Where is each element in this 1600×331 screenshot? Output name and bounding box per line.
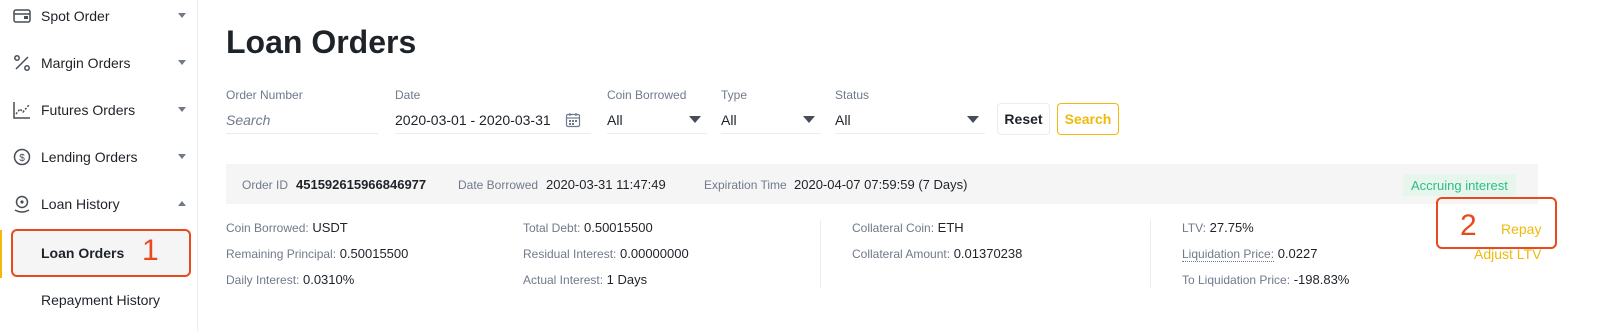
detail-residual-interest: Residual Interest: 0.00000000 (523, 246, 689, 261)
detail-label: To Liquidation Price: (1182, 273, 1291, 287)
annotation-number: 2 (1460, 209, 1477, 242)
search-button[interactable]: Search (1057, 103, 1119, 135)
detail-value: 0.00000000 (620, 246, 689, 261)
detail-value: ETH (937, 220, 964, 235)
date-range-input[interactable]: 2020-03-01 - 2020-03-31 (395, 106, 591, 134)
annotation-number: 1 (142, 234, 159, 267)
detail-value: -198.83% (1293, 272, 1350, 287)
status-select[interactable]: All (835, 106, 985, 134)
sidebar-item-label: Loan History (41, 196, 120, 212)
sidebar-item-margin-orders[interactable]: Margin Orders (0, 47, 196, 79)
detail-label-tooltip[interactable]: Liquidation Price: (1182, 247, 1275, 262)
status-badge: Accruing interest (1403, 174, 1516, 196)
sidebar-item-label: Spot Order (41, 8, 110, 24)
active-indicator (0, 230, 2, 278)
order-number-label: Order Number (226, 88, 303, 102)
detail-label: Remaining Principal: (226, 247, 337, 261)
chevron-up-icon (178, 200, 186, 208)
chevron-down-icon (178, 106, 186, 114)
expiration-label: Expiration Time (704, 178, 787, 192)
order-id-value: 451592615966846977 (296, 177, 427, 192)
detail-label: Actual Interest: (523, 273, 604, 287)
coin-borrowed-value: All (607, 111, 623, 128)
svg-text:$: $ (19, 153, 25, 164)
date-borrowed-label: Date Borrowed (458, 178, 539, 192)
detail-total-debt: Total Debt: 0.50015500 (523, 220, 653, 235)
status-label: Status (835, 88, 870, 102)
repay-link[interactable]: Repay (1501, 221, 1541, 237)
sidebar-item-label: Margin Orders (41, 55, 131, 71)
order-number-placeholder: Search (226, 111, 271, 128)
order-id-label: Order ID (242, 178, 289, 192)
dropdown-caret-icon (689, 116, 701, 123)
expiration-value: 2020-04-07 07:59:59 (7 Days) (794, 177, 968, 192)
coin-borrowed-label: Coin Borrowed (607, 88, 687, 102)
page-title: Loan Orders (226, 24, 417, 60)
detail-remaining-principal: Remaining Principal: 0.50015500 (226, 246, 408, 261)
type-value: All (721, 111, 737, 128)
detail-label: Residual Interest: (523, 247, 617, 261)
reset-button[interactable]: Reset (997, 103, 1050, 135)
detail-value: 0.50015500 (584, 220, 653, 235)
coin-borrowed-select[interactable]: All (607, 106, 707, 134)
detail-coin-borrowed: Coin Borrowed: USDT (226, 220, 348, 235)
date-range-value: 2020-03-01 - 2020-03-31 (395, 111, 551, 128)
sidebar-item-label: Futures Orders (41, 102, 136, 118)
detail-label: Collateral Coin: (852, 221, 935, 235)
sidebar-item-loan-history[interactable]: Loan History (0, 188, 196, 220)
chevron-down-icon (178, 59, 186, 67)
sidebar-item-futures-orders[interactable]: Futures Orders (0, 94, 196, 126)
sidebar: Spot Order Margin Orders Futures Orders … (0, 0, 198, 331)
sidebar-item-lending-orders[interactable]: $ Lending Orders (0, 141, 196, 173)
detail-value: 0.0227 (1277, 246, 1318, 261)
sidebar-subitem-label: Repayment History (41, 292, 161, 308)
detail-collateral-amount: Collateral Amount: 0.01370238 (852, 246, 1022, 261)
type-select[interactable]: All (721, 106, 821, 134)
detail-value: USDT (312, 220, 348, 235)
chevron-down-icon (178, 12, 186, 20)
column-divider (820, 220, 821, 288)
detail-ltv: LTV: 27.75% (1182, 220, 1254, 235)
status-value: All (835, 111, 851, 128)
detail-value: 0.0310% (302, 272, 355, 287)
detail-value: 1 Days (606, 272, 648, 287)
detail-daily-interest: Daily Interest: 0.0310% (226, 272, 354, 287)
sidebar-item-spot-order[interactable]: Spot Order (0, 0, 196, 32)
detail-label: Daily Interest: (226, 273, 300, 287)
detail-value: 27.75% (1209, 220, 1254, 235)
dropdown-caret-icon (803, 116, 815, 123)
order-number-input[interactable]: Search (226, 106, 378, 134)
detail-liquidation-price: Liquidation Price: 0.0227 (1182, 246, 1318, 262)
percent-icon (11, 52, 33, 74)
detail-label: Collateral Amount: (852, 247, 951, 261)
type-label: Type (721, 88, 748, 102)
order-header: Order ID 451592615966846977 Date Borrowe… (226, 164, 1538, 204)
chevron-down-icon (178, 153, 186, 161)
detail-value: 0.01370238 (953, 246, 1023, 261)
detail-label: Total Debt: (523, 221, 581, 235)
repay-highlight: 2 Repay (1436, 197, 1557, 249)
detail-label: Coin Borrowed: (226, 221, 309, 235)
detail-actual-interest: Actual Interest: 1 Days (523, 272, 647, 287)
detail-collateral-coin: Collateral Coin: ETH (852, 220, 964, 235)
wallet-icon (11, 5, 33, 27)
column-divider (1150, 220, 1151, 288)
sidebar-subitem-repayment-history[interactable]: Repayment History (11, 276, 191, 324)
sidebar-subitem-loan-orders[interactable]: Loan Orders 1 (11, 229, 191, 277)
loan-icon (11, 193, 33, 215)
calendar-icon[interactable] (565, 112, 581, 131)
sidebar-item-label: Lending Orders (41, 149, 138, 165)
detail-value: 0.50015500 (339, 246, 409, 261)
sidebar-subitem-label: Loan Orders (41, 245, 125, 261)
futures-chart-icon (11, 99, 33, 121)
detail-label: LTV: (1182, 221, 1207, 235)
date-label: Date (395, 88, 421, 102)
coin-icon: $ (11, 146, 33, 168)
date-borrowed-value: 2020-03-31 11:47:49 (546, 177, 666, 192)
dropdown-caret-icon (967, 116, 979, 123)
detail-to-liquidation-price: To Liquidation Price: -198.83% (1182, 272, 1349, 287)
